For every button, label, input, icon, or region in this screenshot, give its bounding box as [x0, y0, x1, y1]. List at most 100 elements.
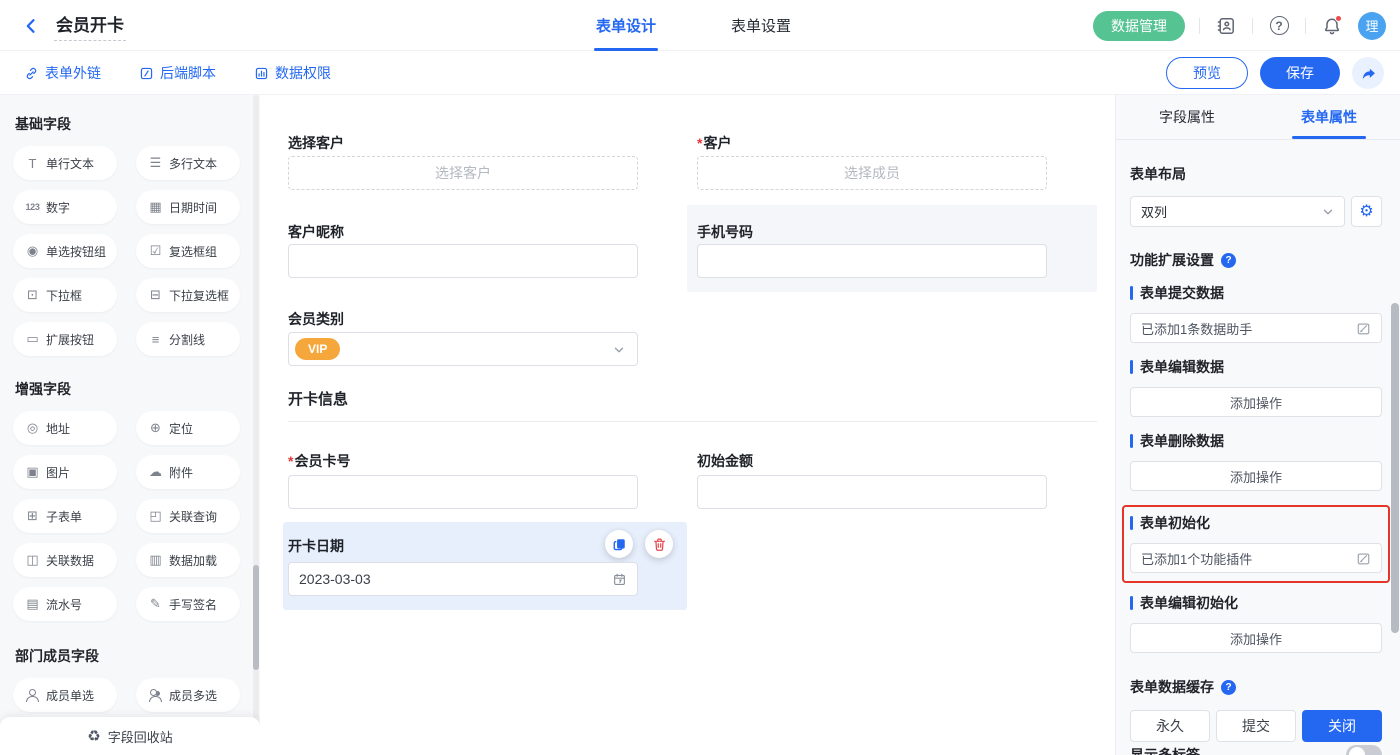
field-type-label: 扩展按钮	[46, 331, 94, 348]
field-type-pill[interactable]: ◰关联查询	[136, 499, 240, 533]
open-date-input[interactable]: 2023-03-03	[288, 562, 638, 596]
cache-option-permanent[interactable]: 永久	[1130, 710, 1210, 742]
field-type-label: 流水号	[46, 596, 82, 613]
script-icon	[139, 66, 154, 81]
ext-box-text: 已添加1个功能插件	[1141, 549, 1252, 568]
field-type-pill[interactable]: ▣图片	[13, 455, 117, 489]
help-badge-icon[interactable]	[1221, 253, 1236, 268]
field-type-pill[interactable]: 成员多选	[136, 678, 240, 712]
ext-section-title-text: 表单提交数据	[1140, 283, 1224, 303]
member-type-select[interactable]: VIP	[288, 332, 638, 366]
field-type-pill[interactable]: 123数字	[13, 190, 117, 224]
field-type-pill[interactable]: ⊟下拉复选框	[136, 278, 240, 312]
field-type-pill[interactable]: ▭ 扩展按钮	[13, 322, 117, 356]
nickname-input[interactable]	[288, 244, 638, 278]
chevron-down-icon	[613, 344, 625, 356]
properties-body: 表单布局 双列 ⚙ 功能扩展设置 表单提交数据已添加1条数据助手表单编辑数据添加…	[1116, 140, 1400, 742]
form-layout-row: 双列 ⚙	[1130, 196, 1382, 227]
add-action-button[interactable]: 添加操作	[1130, 387, 1382, 417]
field-type-label: 地址	[46, 420, 70, 437]
field-type-label: 子表单	[46, 508, 82, 525]
edit-icon[interactable]	[1356, 321, 1371, 336]
field-type-pill[interactable]: ⊕定位	[136, 411, 240, 445]
field-type-pill[interactable]: ☁附件	[136, 455, 240, 489]
multi-tag-row: 显示多标签	[1130, 745, 1382, 755]
add-action-button[interactable]: 添加操作	[1130, 461, 1382, 491]
delete-field-button[interactable]	[645, 530, 673, 558]
field-type-pill[interactable]: ◎地址	[13, 411, 117, 445]
cache-option-close[interactable]: 关闭	[1302, 710, 1382, 742]
field-type-pill[interactable]: ▥数据加载	[136, 543, 240, 577]
layout-settings-button[interactable]: ⚙	[1351, 196, 1382, 227]
help-badge-icon[interactable]	[1221, 680, 1236, 695]
backend-script-button[interactable]: 后端脚本	[139, 51, 216, 95]
field-type-icon: ◰	[148, 508, 163, 524]
customer-member-picker[interactable]: 选择成员	[697, 156, 1047, 190]
field-type-pill[interactable]: ☰多行文本	[136, 146, 240, 180]
tab-form-settings[interactable]: 表单设置	[731, 0, 791, 51]
data-manage-button[interactable]: 数据管理	[1093, 11, 1185, 41]
calendar-icon	[612, 572, 627, 587]
added-config-box[interactable]: 已添加1条数据助手	[1130, 313, 1382, 343]
field-type-label: 手写签名	[169, 596, 217, 613]
contact-book-icon[interactable]	[1214, 14, 1238, 38]
save-button[interactable]: 保存	[1260, 57, 1340, 89]
app-header: 会员开卡 表单设计 表单设置 数据管理 理	[0, 0, 1400, 51]
data-cache-heading: 表单数据缓存	[1130, 677, 1382, 697]
sidebar-scrollbar-thumb[interactable]	[253, 565, 259, 670]
field-type-pill[interactable]: ◫关联数据	[13, 543, 117, 577]
cache-option-submit[interactable]: 提交	[1216, 710, 1296, 742]
ext-section-title: 表单编辑初始化	[1130, 593, 1382, 613]
card-no-input[interactable]	[288, 475, 638, 509]
field-type-label: 复选框组	[169, 243, 217, 260]
field-type-icon: ▭	[25, 331, 40, 347]
initial-amount-input[interactable]	[697, 475, 1047, 509]
help-icon[interactable]	[1267, 14, 1291, 38]
back-button[interactable]	[20, 15, 42, 37]
divider	[1305, 18, 1306, 34]
layout-select[interactable]: 双列	[1130, 196, 1345, 227]
field-type-pill[interactable]: ▤流水号	[13, 587, 117, 621]
ext-section-title-text: 表单初始化	[1140, 513, 1210, 533]
preview-button[interactable]: 预览	[1166, 57, 1248, 89]
field-type-pill[interactable]: ≡分割线	[136, 322, 240, 356]
notification-bell-icon[interactable]	[1320, 14, 1344, 38]
select-customer-picker[interactable]: 选择客户	[288, 156, 638, 190]
field-recycle-bin[interactable]: ♻ 字段回收站	[0, 717, 260, 755]
header-tabs: 表单设计 表单设置	[596, 0, 791, 51]
copy-field-button[interactable]	[605, 530, 633, 558]
ext-section-title-text: 表单编辑初始化	[1140, 593, 1238, 613]
field-type-pill[interactable]: T单行文本	[13, 146, 117, 180]
panel-scrollbar-thumb[interactable]	[1391, 303, 1399, 633]
field-type-pill[interactable]: ◉单选按钮组	[13, 234, 117, 268]
tab-field-properties[interactable]: 字段属性	[1116, 95, 1258, 139]
link-icon	[24, 66, 39, 81]
field-type-pill[interactable]: ✎手写签名	[136, 587, 240, 621]
field-type-pill[interactable]: ☑复选框组	[136, 234, 240, 268]
tab-form-design[interactable]: 表单设计	[596, 0, 656, 51]
data-permission-button[interactable]: 数据权限	[254, 51, 331, 95]
phone-input[interactable]	[697, 244, 1047, 278]
recycle-bin-label: 字段回收站	[108, 727, 173, 746]
field-type-label: 数据加载	[169, 552, 217, 569]
external-link-label: 表单外链	[45, 63, 101, 83]
field-type-icon: ▦	[148, 199, 163, 215]
field-type-pill[interactable]: ▦日期时间	[136, 190, 240, 224]
external-link-button[interactable]: 表单外链	[24, 51, 101, 95]
field-type-pill[interactable]: ⊡下拉框	[13, 278, 117, 312]
field-label-nickname: 客户昵称	[288, 222, 344, 242]
field-type-pill[interactable]: ⊞子表单	[13, 499, 117, 533]
added-config-box[interactable]: 已添加1个功能插件	[1130, 543, 1382, 573]
open-date-field-block-selected[interactable]: 开卡日期 2023-03-03	[283, 522, 687, 610]
field-type-pill[interactable]: 成员单选	[13, 678, 117, 712]
form-title[interactable]: 会员开卡	[54, 11, 126, 41]
avatar[interactable]: 理	[1358, 12, 1386, 40]
trash-icon	[652, 537, 667, 552]
edit-icon[interactable]	[1356, 551, 1371, 566]
tab-form-properties[interactable]: 表单属性	[1258, 95, 1400, 139]
ext-section: 表单删除数据添加操作	[1130, 431, 1382, 491]
required-mark: *	[288, 453, 293, 469]
multi-tag-toggle[interactable]	[1346, 745, 1382, 755]
add-action-button[interactable]: 添加操作	[1130, 623, 1382, 653]
share-button[interactable]	[1352, 57, 1384, 89]
